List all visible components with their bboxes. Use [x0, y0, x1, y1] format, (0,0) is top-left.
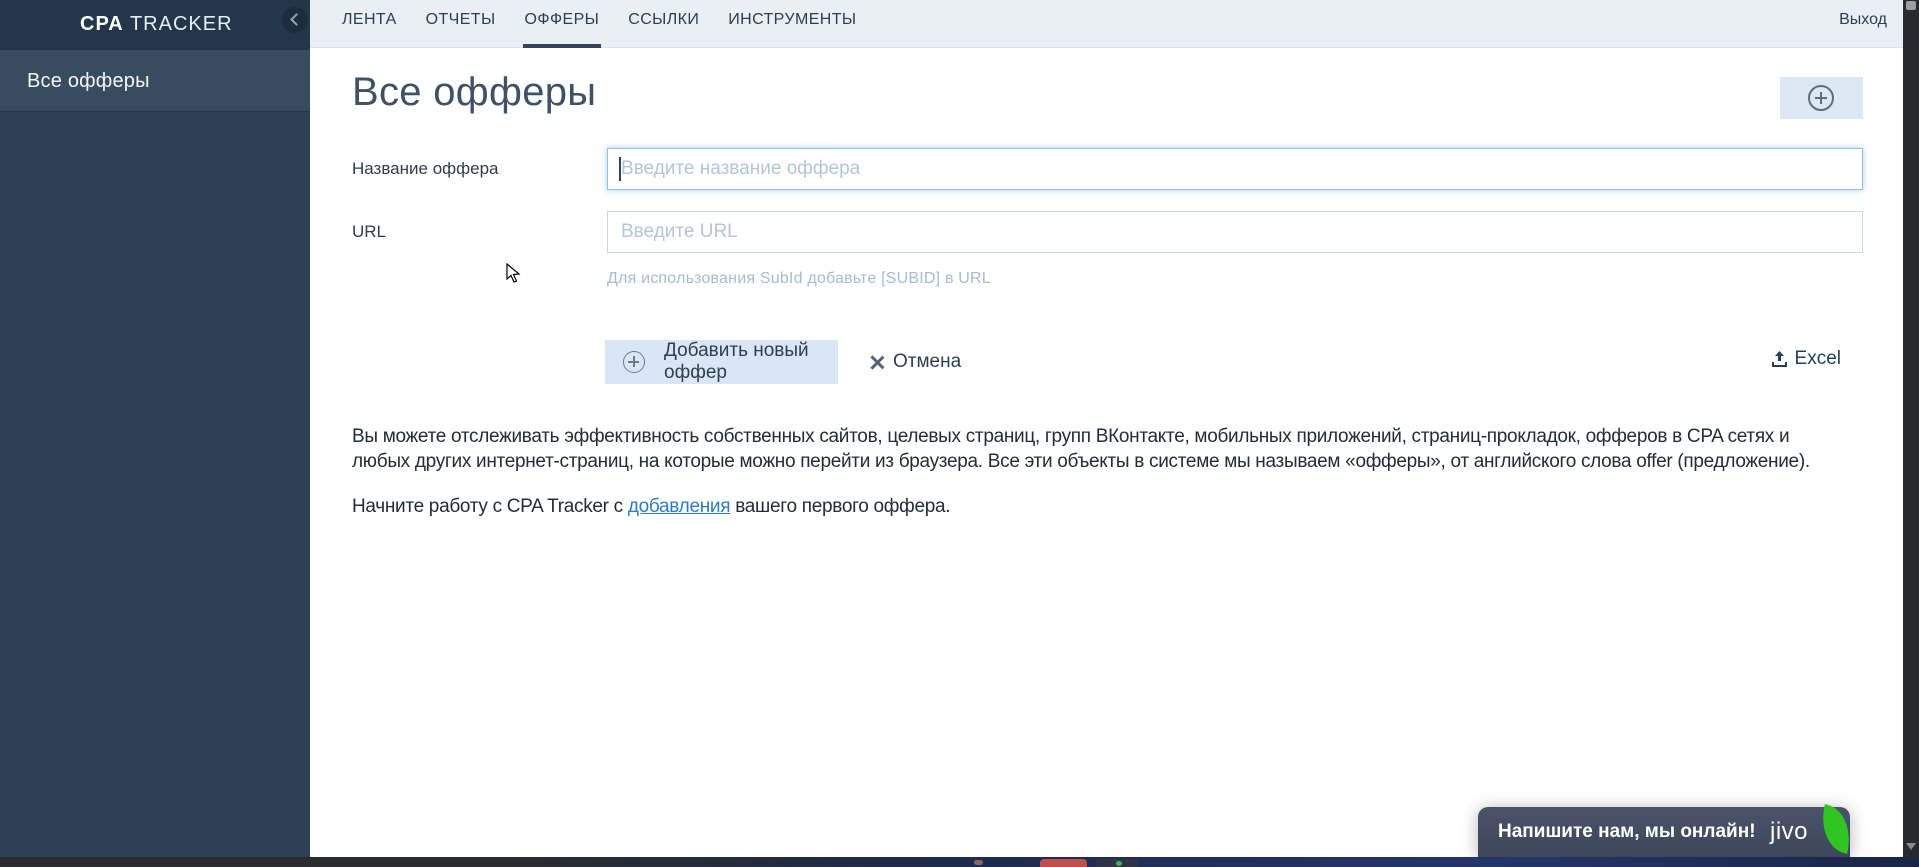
getting-started-paragraph: Начните работу с CPA Tracker с добавлени…	[352, 494, 1816, 519]
top-navigation: ЛЕНТА ОТЧЕТЫ ОФФЕРЫ ССЫЛКИ ИНСТРУМЕНТЫ В…	[310, 0, 1903, 48]
subid-hint: Для использования SubId добавьте [SUBID]…	[607, 270, 991, 287]
main-content: Все офферы Название оффера URL Для испол…	[310, 48, 1903, 857]
offer-name-input[interactable]	[607, 148, 1863, 190]
add-new-offer-button[interactable]: Добавить новый оффер	[605, 340, 838, 384]
scrollbar-thumb[interactable]	[1906, 1, 1916, 10]
tab-label: ИНСТРУМЕНТЫ	[728, 11, 857, 28]
sidebar-item-label: Все офферы	[27, 70, 150, 92]
plus-circle-icon	[1808, 85, 1834, 111]
app-window: CPA TRACKER Все офферы ЛЕНТА ОТЧЕТЫ ОФФЕ…	[0, 0, 1919, 867]
background-dot	[974, 860, 983, 865]
background-window-strip	[0, 857, 1919, 867]
tab-ssylki[interactable]: ССЫЛКИ	[626, 0, 701, 48]
tab-label: ССЫЛКИ	[628, 11, 700, 28]
excel-label: Excel	[1794, 348, 1841, 369]
add-offer-icon-button[interactable]	[1780, 77, 1863, 119]
page-scrollbar[interactable]	[1903, 0, 1919, 857]
tab-lenta[interactable]: ЛЕНТА	[340, 0, 399, 48]
background-red-button	[1040, 859, 1087, 867]
close-icon	[869, 355, 884, 370]
logout-link[interactable]: Выход	[1839, 0, 1887, 48]
url-label: URL	[352, 222, 387, 241]
offer-url-input[interactable]	[607, 211, 1863, 253]
mouse-cursor	[506, 263, 521, 283]
paragraph-text: вашего первого оффера.	[730, 496, 951, 517]
intro-paragraph: Вы можете отслеживать эффективность собс…	[352, 426, 1810, 472]
tab-otchety[interactable]: ОТЧЕТЫ	[424, 0, 498, 48]
sidebar-collapse-button[interactable]	[282, 7, 308, 33]
cancel-label: Отмена	[893, 351, 962, 372]
chat-message: Напишите нам, мы онлайн!	[1498, 821, 1756, 842]
sidebar-item-all-offers[interactable]: Все офферы	[0, 50, 310, 112]
plus-circle-icon	[623, 351, 645, 373]
tab-label: ОФФЕРЫ	[524, 11, 600, 28]
nav-tabs: ЛЕНТА ОТЧЕТЫ ОФФЕРЫ ССЫЛКИ ИНСТРУМЕНТЫ	[340, 0, 883, 48]
add-new-offer-label: Добавить новый оффер	[664, 340, 809, 383]
tab-label: ЛЕНТА	[342, 11, 397, 28]
cancel-button[interactable]: Отмена	[869, 351, 961, 373]
logo-cpa: CPA	[80, 13, 124, 35]
excel-export-button[interactable]: Excel	[1771, 348, 1841, 370]
jivo-logo: jivo	[1770, 818, 1809, 845]
add-first-offer-link[interactable]: добавления	[628, 496, 731, 517]
page-title: Все офферы	[352, 70, 597, 114]
form-actions: Добавить новый оффер Отмена	[605, 340, 961, 384]
scrollbar-down-arrow-icon[interactable]	[1906, 843, 1916, 850]
sidebar: CPA TRACKER Все офферы	[0, 0, 310, 857]
tab-instrumenty[interactable]: ИНСТРУМЕНТЫ	[726, 0, 858, 48]
tab-offery[interactable]: ОФФЕРЫ	[522, 0, 602, 48]
offer-name-label: Название оффера	[352, 159, 499, 178]
logo-tracker: TRACKER	[129, 13, 233, 35]
paragraph-text: Начните работу с CPA Tracker с	[352, 496, 628, 517]
tab-label: ОТЧЕТЫ	[425, 11, 496, 28]
sidebar-header: CPA TRACKER	[0, 0, 310, 50]
background-green-dot	[1116, 861, 1122, 866]
chat-widget[interactable]: Напишите нам, мы онлайн! jivo	[1478, 804, 1857, 857]
app-logo: CPA TRACKER	[80, 13, 233, 36]
text-caret	[619, 157, 621, 181]
upload-icon	[1771, 351, 1787, 367]
